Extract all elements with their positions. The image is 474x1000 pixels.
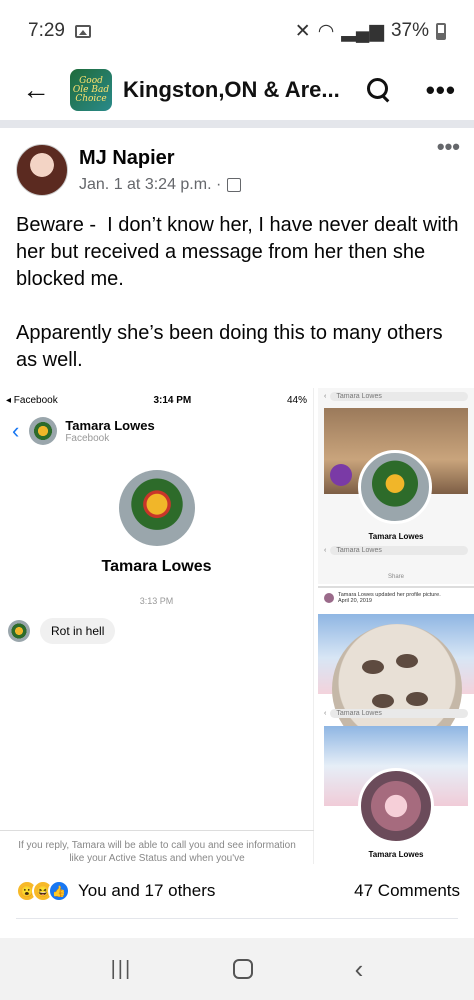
signal-icon: ▂▄▆ xyxy=(341,20,384,42)
search-pill: Tamara Lowes xyxy=(330,545,468,555)
post-timestamp[interactable]: Jan. 1 at 3:24 p.m. · xyxy=(79,176,221,194)
home-icon[interactable] xyxy=(233,959,254,979)
reactions-count[interactable]: You and 17 others xyxy=(78,881,215,901)
back-arrow-icon[interactable]: ← xyxy=(22,74,62,106)
group-title[interactable]: Kingston,ON & Are... xyxy=(123,77,366,103)
contact-name: Tamara Lowes xyxy=(65,418,155,433)
update-avatar xyxy=(324,593,334,603)
profile-panel-a: ‹ Tamara Lowes Tamara Lowes ‹ Tamara Lowes… xyxy=(318,388,474,584)
chevron-left-icon: ‹ xyxy=(324,392,327,400)
ios-carrier: ◂ Facebook xyxy=(6,394,58,406)
status-time: 7:29 xyxy=(28,20,65,41)
battery-text: 37% xyxy=(390,20,429,41)
wifi-icon: ◠ xyxy=(317,20,335,42)
post-header: MJ Napier Jan. 1 at 3:24 p.m. · ••• xyxy=(16,134,460,200)
system-nav-bar: ||| ‹ xyxy=(0,938,474,1000)
action-divider xyxy=(16,918,458,919)
message-time: 3:13 PM xyxy=(139,596,174,606)
post-more-icon[interactable]: ••• xyxy=(437,134,460,160)
contact-avatar xyxy=(29,417,58,445)
like-reaction-icon: 👍 xyxy=(48,880,70,902)
message-bubble: Rot in hell xyxy=(40,618,116,644)
recent-apps-icon[interactable]: ||| xyxy=(111,958,133,981)
author-avatar[interactable] xyxy=(16,144,68,196)
sender-avatar xyxy=(8,620,30,642)
profile-panel-b: Tamara Lowes updated her profile picture… xyxy=(318,586,474,864)
contact-sub: Facebook xyxy=(65,433,110,444)
messenger-screenshot[interactable]: ◂ Facebook 3:14 PM 44% ‹ Tamara Lowes Fa… xyxy=(0,388,314,864)
group-logo-text: Good Ole Bad Choice xyxy=(72,75,110,104)
author-name[interactable]: MJ Napier xyxy=(79,147,241,170)
post-body: Beware - I don’t know her, I have never … xyxy=(16,212,460,401)
post-paragraph: Apparently she’s been doing this to many… xyxy=(16,322,449,371)
search-pill: Tamara Lowes xyxy=(330,708,468,718)
profile-name: Tamara Lowes xyxy=(101,558,212,575)
search-icon[interactable] xyxy=(366,77,392,103)
gallery-notification-icon xyxy=(74,24,91,38)
more-options-icon[interactable]: ••• xyxy=(426,75,456,106)
profile-name: Tamara Lowes xyxy=(368,850,424,859)
back-icon[interactable]: ‹ xyxy=(355,954,364,985)
members-privacy-icon xyxy=(227,177,242,192)
comments-count[interactable]: 47 Comments xyxy=(354,881,460,901)
app-header: ← Good Ole Bad Choice Kingston,ON & Are.… xyxy=(0,62,474,118)
ios-clock: 3:14 PM xyxy=(153,394,192,406)
ios-battery: 44% xyxy=(286,394,307,406)
section-divider xyxy=(0,120,474,128)
post-paragraph: Beware - I don’t know her, I have never … xyxy=(16,214,465,290)
mute-icon: ✕ xyxy=(294,20,311,42)
profile-name: Tamara Lowes xyxy=(368,532,424,541)
profile-picture xyxy=(358,450,432,524)
share-label: Share xyxy=(387,574,404,580)
profile-screenshots[interactable]: ‹ Tamara Lowes Tamara Lowes ‹ Tamara Lowes… xyxy=(318,388,474,864)
flower-profile-picture xyxy=(358,768,434,844)
post-media[interactable]: ◂ Facebook 3:14 PM 44% ‹ Tamara Lowes Fa… xyxy=(0,388,474,864)
chevron-left-icon: ‹ xyxy=(324,546,327,554)
status-bar: 7:29 ✕ ◠ ▂▄▆ 37% xyxy=(0,0,474,62)
reply-note: If you reply, Tamara will be able to cal… xyxy=(0,830,314,864)
update-date: April 20, 2019 xyxy=(338,598,372,604)
chevron-left-icon: ‹ xyxy=(324,709,327,717)
chevron-left-icon: ‹ xyxy=(12,418,20,443)
reactions-bar: 😮 😆 👍 You and 17 others 47 Comments xyxy=(16,876,460,906)
group-logo[interactable]: Good Ole Bad Choice xyxy=(70,69,112,111)
search-pill: Tamara Lowes xyxy=(330,391,468,401)
profile-avatar xyxy=(118,470,195,546)
battery-icon xyxy=(436,22,446,40)
